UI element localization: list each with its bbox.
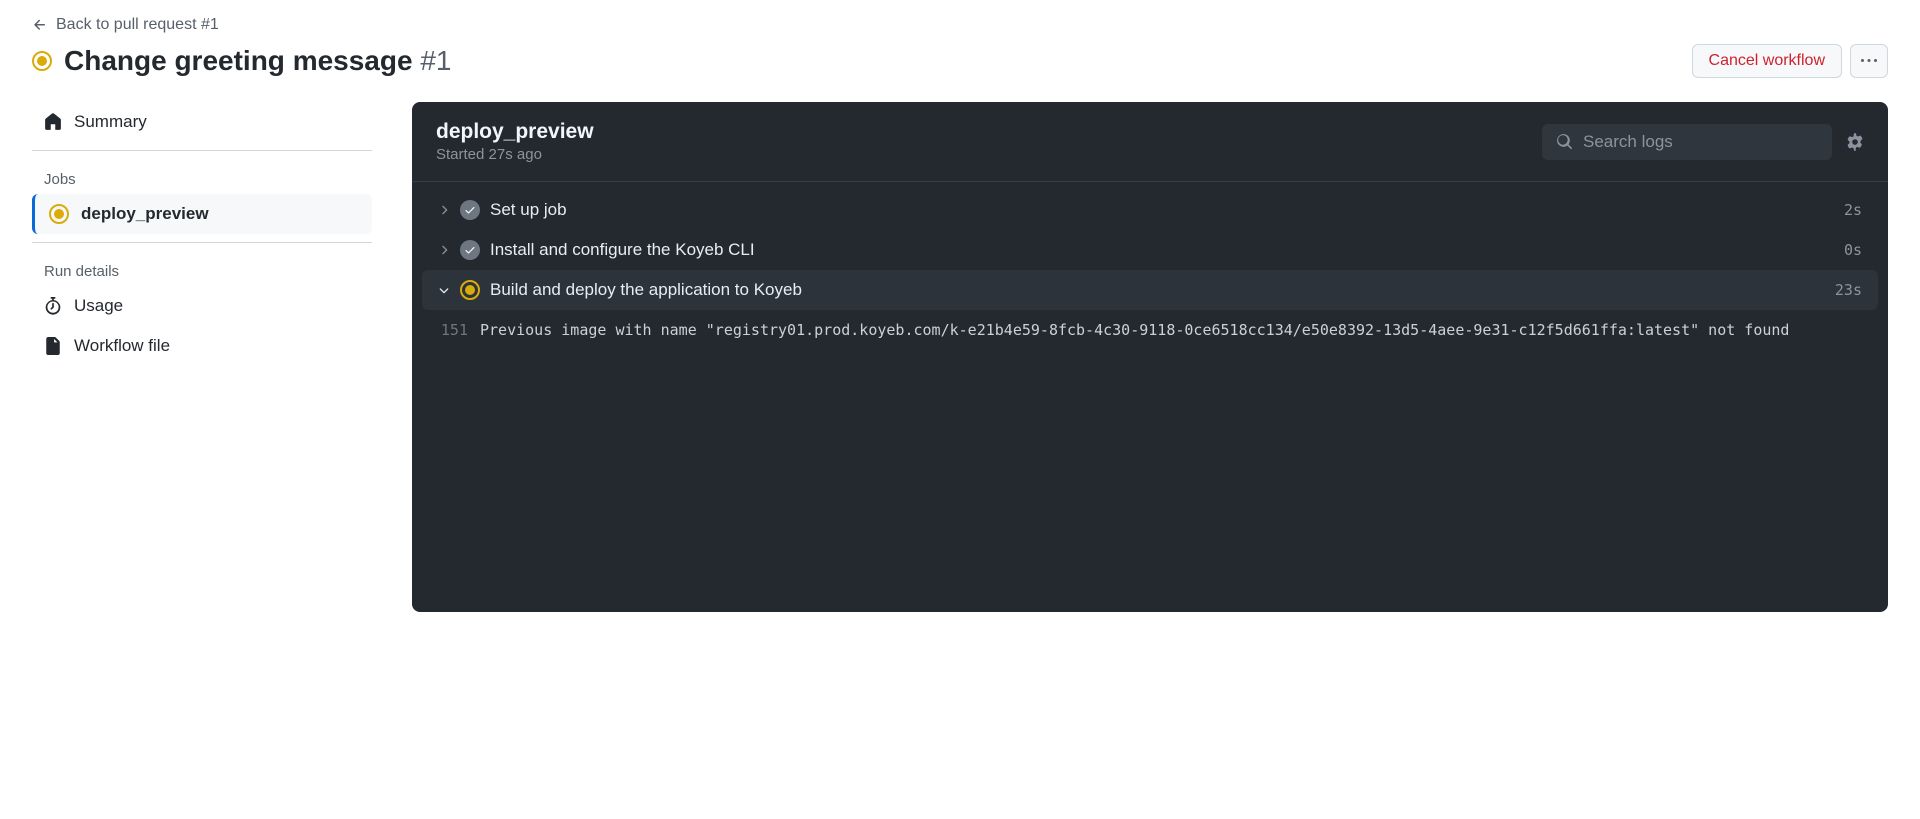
log-line-number: 151 <box>434 318 480 342</box>
home-icon <box>44 113 62 131</box>
sidebar-job-deploy-preview[interactable]: deploy_preview <box>32 194 372 234</box>
stopwatch-icon <box>44 297 62 315</box>
kebab-menu-button[interactable] <box>1850 44 1888 78</box>
divider <box>32 150 372 151</box>
divider <box>32 242 372 243</box>
step-row-setup-job[interactable]: Set up job 2s <box>422 190 1878 230</box>
job-started-text: Started 27s ago <box>436 146 594 163</box>
sidebar-item-workflow-file[interactable]: Workflow file <box>32 326 372 366</box>
check-circle-icon <box>460 200 480 220</box>
workflow-status-running-icon <box>32 51 52 71</box>
step-name: Build and deploy the application to Koye… <box>490 280 1835 300</box>
job-status-running-icon <box>49 204 69 224</box>
log-output: 151 Previous image with name "registry01… <box>422 310 1878 354</box>
step-name: Install and configure the Koyeb CLI <box>490 240 1844 260</box>
sidebar-label: Usage <box>74 296 123 316</box>
workflow-title: Change greeting message #1 <box>64 45 452 77</box>
log-line-text: Previous image with name "registry01.pro… <box>480 318 1789 342</box>
check-circle-icon <box>460 240 480 260</box>
sidebar-label: Workflow file <box>74 336 170 356</box>
step-row-build-deploy[interactable]: Build and deploy the application to Koye… <box>422 270 1878 310</box>
step-name: Set up job <box>490 200 1844 220</box>
kebab-horizontal-icon <box>1861 53 1877 69</box>
file-icon <box>44 337 62 355</box>
sidebar-job-label: deploy_preview <box>81 204 209 224</box>
log-settings-button[interactable] <box>1846 133 1864 151</box>
step-duration: 23s <box>1835 281 1866 299</box>
sidebar-label: Summary <box>74 112 147 132</box>
step-row-install-cli[interactable]: Install and configure the Koyeb CLI 0s <box>422 230 1878 270</box>
gear-icon <box>1846 133 1864 151</box>
sidebar-jobs-heading: Jobs <box>32 159 372 194</box>
search-logs-field[interactable] <box>1542 124 1832 160</box>
step-duration: 0s <box>1844 241 1866 259</box>
chevron-right-icon <box>434 203 454 217</box>
search-logs-input[interactable] <box>1583 132 1818 152</box>
back-link-text: Back to pull request #1 <box>56 16 219 34</box>
sidebar-item-summary[interactable]: Summary <box>32 102 372 142</box>
log-panel: deploy_preview Started 27s ago <box>412 102 1888 612</box>
chevron-right-icon <box>434 243 454 257</box>
step-duration: 2s <box>1844 201 1866 219</box>
sidebar: Summary Jobs deploy_preview Run details … <box>32 102 372 612</box>
cancel-workflow-button[interactable]: Cancel workflow <box>1692 44 1842 78</box>
sidebar-item-usage[interactable]: Usage <box>32 286 372 326</box>
step-status-running-icon <box>460 280 480 300</box>
log-line[interactable]: 151 Previous image with name "registry01… <box>434 318 1866 342</box>
sidebar-run-details-heading: Run details <box>32 251 372 286</box>
arrow-left-icon <box>32 17 48 33</box>
chevron-down-icon <box>434 283 454 297</box>
job-title: deploy_preview <box>436 120 594 144</box>
search-icon <box>1556 133 1573 150</box>
back-to-pr-link[interactable]: Back to pull request #1 <box>32 16 219 34</box>
